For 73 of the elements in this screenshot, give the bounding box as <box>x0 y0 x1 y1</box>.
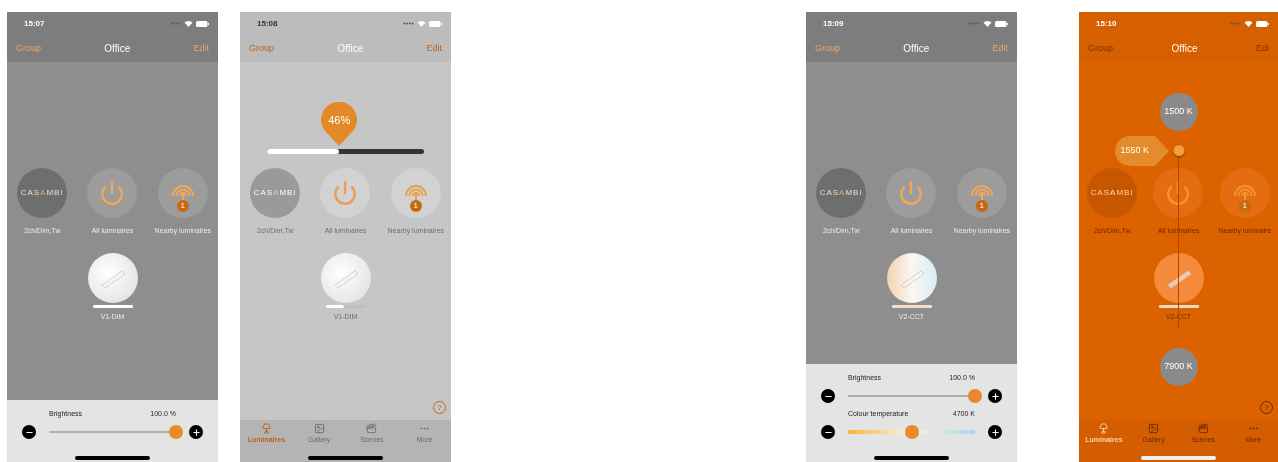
edit-button[interactable]: Edit <box>992 41 1008 56</box>
count-badge: 1 <box>409 200 422 212</box>
luminaire-button[interactable] <box>87 253 138 303</box>
count-badge: 1 <box>1238 200 1251 212</box>
power-icon <box>332 180 359 206</box>
group-button[interactable]: Group <box>1088 41 1113 56</box>
increase-button[interactable] <box>988 389 1002 403</box>
status-time: 15:09 <box>823 17 844 30</box>
screen-title: Office <box>1171 42 1198 56</box>
max-warm-label: 1500 K <box>1159 93 1198 131</box>
status-time: 15:07 <box>24 17 45 30</box>
slider-thumb[interactable] <box>968 389 982 403</box>
plus-icon <box>990 427 1000 437</box>
screen-title: Office <box>903 42 930 56</box>
signal-icon <box>170 22 181 25</box>
logo-button[interactable]: CASA MBI <box>816 168 867 218</box>
logo-button[interactable]: CASA MBI <box>250 168 301 218</box>
decrease-button[interactable] <box>22 425 36 439</box>
battery-icon <box>1256 20 1269 27</box>
battery-icon <box>429 20 442 27</box>
edit-button[interactable]: Edit <box>426 41 442 56</box>
signal-icon <box>1230 22 1241 25</box>
increase-button[interactable] <box>988 425 1002 439</box>
nearby-button[interactable]: 1 <box>390 168 441 218</box>
wifi-icon <box>1244 20 1253 27</box>
decrease-button[interactable] <box>821 425 835 439</box>
lamp-icon <box>1098 423 1110 434</box>
increase-button[interactable] <box>189 425 203 439</box>
edit-button[interactable]: Edi <box>1256 41 1269 56</box>
wifi-icon <box>983 20 992 27</box>
edit-button[interactable]: Edit <box>193 41 209 56</box>
nearby-button[interactable]: 1 <box>157 168 208 218</box>
screen-title: Office <box>337 42 364 56</box>
wifi-icon <box>417 20 426 27</box>
plus-icon <box>990 391 1000 401</box>
decrease-button[interactable] <box>821 389 835 403</box>
value-bubble: 1550 K <box>1114 135 1169 166</box>
power-icon <box>99 180 126 206</box>
slider-thumb[interactable] <box>904 425 919 439</box>
max-cool-label: 7900 K <box>1159 348 1198 386</box>
signal-icon <box>403 22 414 25</box>
nearby-button[interactable]: 1 <box>956 168 1007 218</box>
logo-button[interactable]: CASA MBI <box>17 168 68 218</box>
luminaire-button[interactable] <box>320 253 371 303</box>
logo-button[interactable]: CASA MBI <box>1087 168 1138 218</box>
clapperboard-icon <box>366 423 378 434</box>
group-button[interactable]: Group <box>16 41 41 56</box>
group-button[interactable]: Group <box>249 41 274 56</box>
power-button[interactable] <box>886 168 937 218</box>
power-icon <box>1165 180 1192 206</box>
count-badge: 1 <box>176 200 189 212</box>
temperature-thumb[interactable] <box>1173 144 1184 156</box>
power-button[interactable] <box>320 168 371 218</box>
lamp-icon <box>260 423 272 434</box>
wifi-icon <box>184 20 193 27</box>
power-icon <box>898 180 925 206</box>
clapperboard-icon <box>1197 423 1209 434</box>
luminaire-button[interactable] <box>886 253 937 303</box>
battery-icon <box>995 20 1008 27</box>
nearby-button[interactable]: 1 <box>1219 168 1270 218</box>
status-time: 15:08 <box>257 17 278 30</box>
plus-icon <box>191 427 201 437</box>
picture-icon <box>1148 423 1160 434</box>
screen-title: Office <box>104 42 131 56</box>
power-button[interactable] <box>87 168 138 218</box>
slider-thumb[interactable] <box>169 425 183 439</box>
signal-icon <box>969 22 980 25</box>
picture-icon <box>313 423 325 434</box>
count-badge: 1 <box>975 200 988 212</box>
group-button[interactable]: Group <box>815 41 840 56</box>
value-bubble: 46% <box>321 102 358 146</box>
status-time: 15:10 <box>1096 17 1117 30</box>
battery-icon <box>196 20 209 27</box>
